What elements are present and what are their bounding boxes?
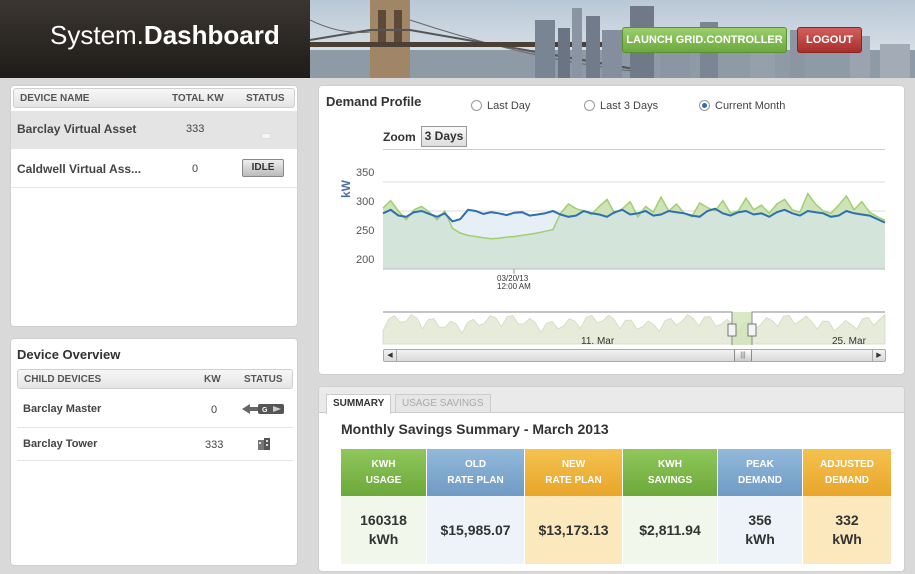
svg-text:G: G [262, 407, 268, 414]
card-header-peak-demand: PEAK DEMAND [718, 449, 802, 496]
device-list-panel: DEVICE NAME TOTAL KW STATUS Barclay Virt… [10, 85, 298, 327]
logo-prefix: System. [50, 20, 144, 50]
card-header-line: RATE PLAN [545, 475, 602, 486]
overview-table-header: CHILD DEVICES KW STATUS [17, 369, 293, 389]
column-child-devices[interactable]: CHILD DEVICES [24, 374, 101, 385]
card-header-kwh-savings: KWH SAVINGS [623, 449, 717, 496]
tab-summary[interactable]: SUMMARY [326, 394, 392, 414]
y-tick-label: 350 [356, 167, 375, 179]
scroll-right-icon[interactable]: ▶ [872, 350, 885, 361]
status-indicator-icon [261, 133, 271, 139]
child-device-kw: 0 [211, 404, 218, 416]
card-value-unit: kWh [832, 531, 862, 547]
device-name: Caldwell Virtual Ass... [17, 162, 142, 176]
column-total-kw[interactable]: TOTAL KW [172, 93, 224, 104]
logout-button[interactable]: LOGOUT [797, 27, 862, 53]
card-header-line: DEMAND [738, 475, 782, 486]
card-value-unit: kWh [368, 531, 399, 547]
summary-title: Monthly Savings Summary - March 2013 [341, 421, 609, 437]
x-marker-time: 12:00 AM [497, 282, 531, 291]
card-header-line: KWH [371, 459, 396, 470]
navigator-label: 25. Mar [832, 336, 866, 347]
navigator-scrollbar[interactable]: ◀ ||| ▶ [383, 349, 886, 362]
device-kw: 0 [192, 163, 199, 175]
card-header-old-rate-plan: OLD RATE PLAN [427, 449, 524, 496]
navigator-series [382, 313, 886, 345]
card-value-new-rate-plan: $13,173.13 [525, 496, 622, 564]
device-row[interactable]: Barclay Virtual Asset 333 [11, 111, 297, 149]
column-device-name[interactable]: DEVICE NAME [20, 93, 89, 104]
idle-status-badge: IDLE [242, 159, 284, 177]
card-header-line: USAGE [365, 475, 402, 486]
navigator-handle-left [727, 323, 737, 337]
tab-usage-savings[interactable]: USAGE SAVINGS [395, 394, 491, 412]
card-value: 160318 [360, 512, 407, 528]
card-header-line: SAVINGS [647, 475, 693, 486]
navigator-handle-right [747, 323, 757, 337]
y-tick-label: 200 [356, 254, 375, 266]
card-header-line: PEAK [746, 459, 774, 470]
child-device-name: Barclay Master [23, 403, 102, 415]
card-value: 332 [835, 512, 859, 528]
card-header-line: KWH [658, 459, 682, 470]
card-header-line: RATE PLAN [447, 475, 504, 486]
device-overview-panel: Device Overview CHILD DEVICES KW STATUS … [10, 338, 298, 566]
demand-chart[interactable] [319, 86, 904, 374]
device-name: Barclay Virtual Asset [17, 122, 137, 136]
scroll-thumb[interactable]: ||| [734, 350, 752, 361]
y-tick-label: 250 [356, 225, 375, 237]
card-value: 356 [748, 512, 772, 528]
launch-grid-controller-button[interactable]: LAUNCH GRID.CONTROLLER [622, 27, 787, 53]
card-value-peak-demand: 356 kWh [718, 496, 802, 564]
child-device-row[interactable]: Barclay Master 0 G [17, 393, 293, 428]
demand-profile-panel: Demand Profile Last Day Last 3 Days Curr… [318, 85, 905, 375]
child-device-row[interactable]: Barclay Tower 333 [17, 428, 293, 461]
card-value: $15,985.07 [440, 521, 511, 538]
y-axis-label: kW [339, 180, 353, 198]
app-header: System.Dashboard LAUNCH GRID.CONTROLLER [0, 0, 915, 78]
card-header-line: OLD [464, 459, 487, 470]
y-tick-label: 300 [356, 196, 375, 208]
card-header-line: DEMAND [825, 475, 869, 486]
column-status[interactable]: STATUS [244, 374, 283, 385]
card-header-line: ADJUSTED [820, 459, 874, 470]
device-overview-title: Device Overview [17, 347, 121, 362]
navigator-label: 11. Mar [581, 336, 615, 347]
card-value-kwh-usage: 160318 kWh [341, 496, 426, 564]
card-value: $2,811.94 [639, 521, 701, 538]
child-device-name: Barclay Tower [23, 438, 98, 450]
app-logo: System.Dashboard [0, 0, 310, 78]
card-value-unit: kWh [745, 531, 775, 547]
series-area [383, 208, 885, 269]
device-table-header: DEVICE NAME TOTAL KW STATUS [13, 88, 295, 108]
building-icon [257, 437, 271, 451]
card-value-adjusted-demand: 332 kWh [803, 496, 891, 564]
card-value-kwh-savings: $2,811.94 [623, 496, 717, 564]
card-value: $13,173.13 [538, 521, 609, 538]
grid-connection-icon: G [241, 402, 287, 416]
scroll-left-icon[interactable]: ◀ [384, 350, 397, 361]
card-header-line: NEW [561, 459, 586, 470]
device-row[interactable]: Caldwell Virtual Ass... 0 IDLE [11, 150, 297, 188]
column-kw[interactable]: KW [204, 374, 221, 385]
device-kw: 333 [186, 123, 205, 135]
card-header-adjusted-demand: ADJUSTED DEMAND [803, 449, 891, 496]
child-device-kw: 333 [205, 439, 224, 451]
card-header-kwh-usage: KWH USAGE [341, 449, 426, 496]
card-header-new-rate-plan: NEW RATE PLAN [525, 449, 622, 496]
column-status[interactable]: STATUS [246, 93, 285, 104]
card-value-old-rate-plan: $15,985.07 [427, 496, 524, 564]
logo-bold: Dashboard [143, 20, 280, 50]
